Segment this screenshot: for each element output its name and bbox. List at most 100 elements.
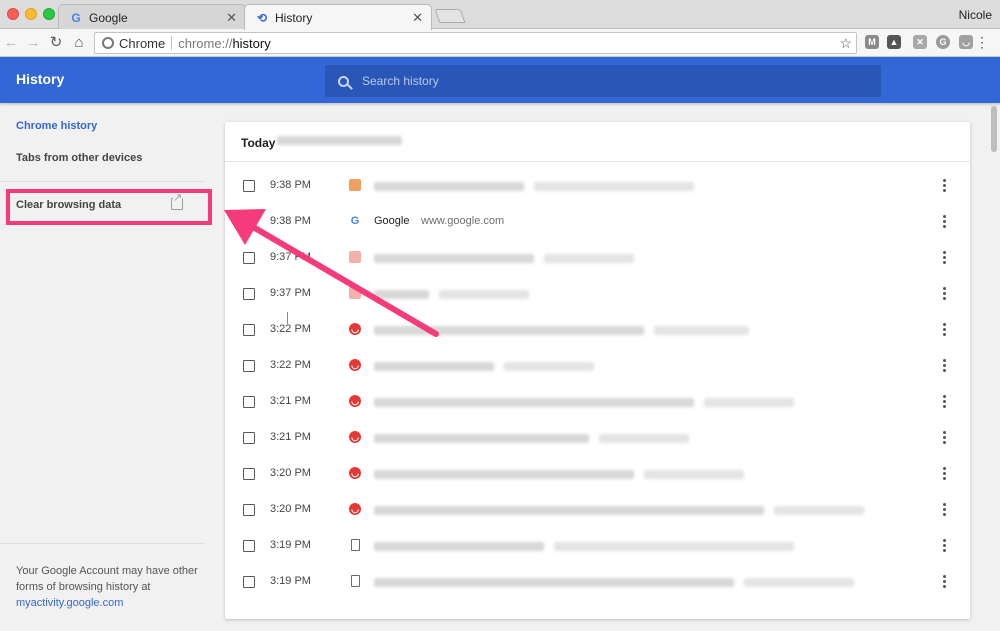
blurred-entry-title[interactable]: [374, 470, 634, 479]
gmail-extension-icon[interactable]: M: [865, 35, 879, 49]
blurred-entry-title[interactable]: [374, 542, 544, 551]
entry-time: 3:20 PM: [270, 503, 311, 515]
text-cursor: [287, 312, 288, 324]
orange-site-icon: [349, 179, 361, 191]
search-input[interactable]: [362, 74, 862, 88]
tab-close-icon[interactable]: ✕: [226, 10, 237, 26]
grammar-extension-icon[interactable]: G: [936, 35, 950, 49]
entry-more-actions-icon[interactable]: [939, 501, 949, 518]
entry-time: 3:19 PM: [270, 575, 311, 587]
forward-arrow-icon[interactable]: →: [24, 33, 42, 51]
reload-icon[interactable]: ↻: [47, 33, 65, 51]
blurred-entry-title[interactable]: [374, 326, 644, 335]
blurred-entry-title[interactable]: [374, 434, 589, 443]
page-scrollbar[interactable]: [988, 103, 1000, 631]
red-circle-icon: ◡: [349, 503, 361, 515]
entry-checkbox[interactable]: [243, 252, 255, 264]
back-arrow-icon[interactable]: ←: [2, 33, 20, 51]
entry-checkbox[interactable]: [243, 432, 255, 444]
blurred-entry-title[interactable]: [374, 578, 734, 587]
search-icon[interactable]: [338, 75, 349, 87]
window-maximize-button[interactable]: [43, 8, 55, 20]
entry-checkbox[interactable]: [243, 360, 255, 372]
blurred-entry-domain: [504, 362, 594, 371]
entry-checkbox[interactable]: [243, 288, 255, 300]
tab-title: History: [275, 10, 313, 25]
history-entry[interactable]: 3:20 PM ◡: [225, 493, 970, 529]
sidebar-divider: [0, 181, 205, 182]
entry-title[interactable]: Google: [374, 215, 409, 227]
day-header: Today: [225, 122, 970, 162]
footer-text: Your Google Account may have other forms…: [16, 565, 198, 593]
entry-more-actions-icon[interactable]: [939, 465, 949, 482]
blurred-entry-title[interactable]: [374, 398, 694, 407]
blurred-entry-title[interactable]: [374, 254, 534, 263]
entry-more-actions-icon[interactable]: [939, 249, 949, 266]
tab-title: Google: [89, 10, 128, 25]
blurred-entry-title[interactable]: [374, 182, 524, 191]
tab-close-icon[interactable]: ✕: [412, 10, 423, 26]
history-entry[interactable]: 9:37 PM: [225, 241, 970, 277]
history-entry[interactable]: 9:38 PM G Google www.google.com: [225, 205, 970, 241]
myactivity-link[interactable]: myactivity.google.com: [16, 595, 201, 611]
history-entry[interactable]: 9:38 PM: [225, 169, 970, 205]
red-circle-icon: ◡: [349, 431, 361, 443]
history-header: History: [0, 57, 1000, 103]
sidebar-item-tabs-other-devices[interactable]: Tabs from other devices: [16, 152, 142, 164]
tab-google[interactable]: G Google ✕: [58, 4, 246, 30]
blurred-entry-title[interactable]: [374, 290, 429, 299]
tab-history[interactable]: ⟲ History ✕: [244, 4, 432, 30]
entry-more-actions-icon[interactable]: [939, 321, 949, 338]
entry-more-actions-icon[interactable]: [939, 537, 949, 554]
sidebar-footer: Your Google Account may have other forms…: [16, 563, 201, 611]
entry-checkbox[interactable]: [243, 216, 255, 228]
home-icon[interactable]: ⌂: [70, 33, 88, 51]
entry-more-actions-icon[interactable]: [939, 177, 949, 194]
sidebar-divider: [0, 543, 205, 544]
entry-more-actions-icon[interactable]: [939, 573, 949, 590]
bookmark-star-icon[interactable]: ☆: [839, 35, 852, 52]
window-minimize-button[interactable]: [25, 8, 37, 20]
new-tab-button[interactable]: [434, 9, 466, 23]
entry-checkbox[interactable]: [243, 180, 255, 192]
history-entry[interactable]: 3:20 PM ◡: [225, 457, 970, 493]
entry-more-actions-icon[interactable]: [939, 285, 949, 302]
blurred-entry-title[interactable]: [374, 506, 764, 515]
entry-checkbox[interactable]: [243, 504, 255, 516]
blurred-entry-title[interactable]: [374, 362, 494, 371]
entry-checkbox[interactable]: [243, 468, 255, 480]
history-entry[interactable]: 3:19 PM: [225, 565, 970, 601]
entry-checkbox[interactable]: [243, 576, 255, 588]
entry-time: 3:22 PM: [270, 359, 311, 371]
history-entry[interactable]: 3:21 PM ◡: [225, 385, 970, 421]
history-entry[interactable]: 3:22 PM ◡: [225, 313, 970, 349]
entry-time: 9:38 PM: [270, 179, 311, 191]
sidebar-item-chrome-history[interactable]: Chrome history: [16, 120, 97, 132]
ublock-extension-icon[interactable]: ▲: [887, 35, 901, 49]
history-entry[interactable]: 3:19 PM: [225, 529, 970, 565]
entry-more-actions-icon[interactable]: [939, 213, 949, 230]
close-extension-icon[interactable]: ✕: [913, 35, 927, 49]
document-icon: [351, 575, 360, 587]
history-entry[interactable]: 3:21 PM ◡: [225, 421, 970, 457]
blurred-entry-domain: [439, 290, 529, 299]
window-close-button[interactable]: [7, 8, 19, 20]
entry-more-actions-icon[interactable]: [939, 357, 949, 374]
history-entry[interactable]: 9:37 PM: [225, 277, 970, 313]
entry-more-actions-icon[interactable]: [939, 429, 949, 446]
red-circle-icon: ◡: [349, 359, 361, 371]
chrome-menu-icon[interactable]: ⋮: [975, 33, 989, 51]
profile-name[interactable]: Nicole: [959, 8, 992, 22]
entry-checkbox[interactable]: [243, 396, 255, 408]
red-circle-icon: ◡: [349, 323, 361, 335]
history-entry[interactable]: 3:22 PM ◡: [225, 349, 970, 385]
scroll-thumb[interactable]: [991, 106, 997, 152]
entry-more-actions-icon[interactable]: [939, 393, 949, 410]
search-box[interactable]: [325, 65, 881, 97]
entry-checkbox[interactable]: [243, 324, 255, 336]
entry-time: 9:37 PM: [270, 287, 311, 299]
address-bar[interactable]: Chrome chrome://history ☆: [94, 32, 857, 54]
entry-checkbox[interactable]: [243, 540, 255, 552]
pocket-extension-icon[interactable]: ◡: [959, 35, 973, 49]
entry-time: 3:20 PM: [270, 467, 311, 479]
